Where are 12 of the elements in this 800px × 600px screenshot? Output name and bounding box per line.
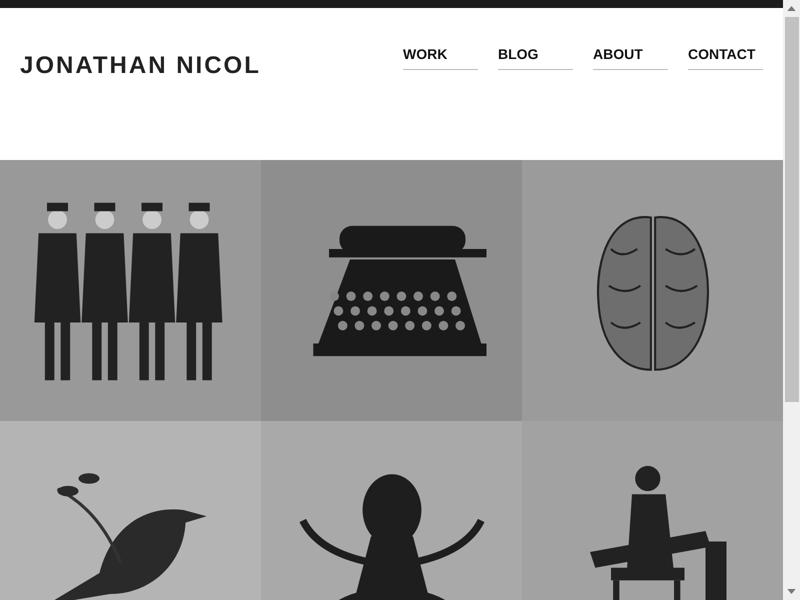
- scrollbar[interactable]: [783, 0, 800, 600]
- gallery-tile[interactable]: [522, 160, 783, 421]
- nav-link[interactable]: BLOG: [498, 44, 573, 70]
- gallery-tile[interactable]: [0, 160, 261, 421]
- gallery-tile[interactable]: [261, 160, 522, 421]
- site-title[interactable]: JONATHAN NICOL: [20, 52, 261, 80]
- nav-link[interactable]: ABOUT: [593, 44, 668, 70]
- scroll-up-icon[interactable]: [787, 6, 796, 11]
- scrollbar-thumb[interactable]: [784, 17, 798, 402]
- scroll-down-icon[interactable]: [787, 589, 796, 594]
- nav-link[interactable]: CONTACT: [688, 44, 763, 70]
- nav-link[interactable]: WORK: [403, 44, 478, 70]
